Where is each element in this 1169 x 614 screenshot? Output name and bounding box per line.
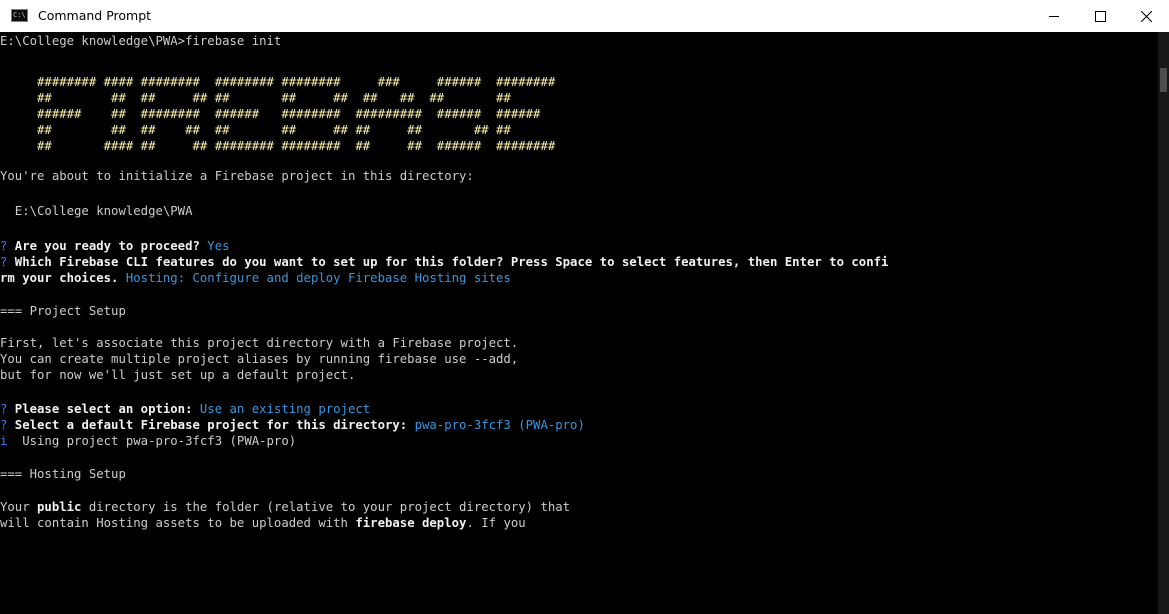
question-option: ? Please select an option: Use an existi… xyxy=(0,401,1158,417)
public-dir-text: Your public directory is the folder (rel… xyxy=(0,499,1158,515)
text-segment: . If you xyxy=(466,516,526,530)
firebase-banner-line: ## ## ## ## ## ## ## ## ## ## ## xyxy=(0,91,511,105)
scrollbar-thumb[interactable] xyxy=(1160,68,1167,92)
firebase-banner-line: ## #### ## ## ######## ######## ## ## ##… xyxy=(0,139,556,153)
associate-text: but for now we'll just set up a default … xyxy=(0,368,356,382)
question-ready: ? Are you ready to proceed? Yes xyxy=(0,238,1158,254)
info-text: Using project pwa-pro-3fcf3 (PWA-pro) xyxy=(7,434,297,448)
answer-text: pwa-pro-3fcf3 (PWA-pro) xyxy=(407,418,585,432)
text-segment-bold: firebase deploy xyxy=(355,516,467,530)
title-bar: C:\ Command Prompt xyxy=(0,0,1169,32)
question-features-cont: rm your choices. Hosting: Configure and … xyxy=(0,270,1158,286)
minimize-button[interactable] xyxy=(1031,0,1077,32)
public-dir-text: will contain Hosting assets to be upload… xyxy=(0,515,1158,531)
command-prompt-icon: C:\ xyxy=(11,9,28,22)
question-text: rm your choices. xyxy=(0,271,119,285)
associate-text: You can create multiple project aliases … xyxy=(0,352,519,366)
firebase-banner-line: ######## #### ######## ######## ########… xyxy=(0,75,556,89)
prompt-line: E:\College knowledge\PWA>firebase init xyxy=(0,34,282,48)
question-text: Are you ready to proceed? xyxy=(7,239,200,253)
question-features: ? Which Firebase CLI features do you wan… xyxy=(0,254,1158,270)
firebase-banner-line: ###### ## ######## ###### ######## #####… xyxy=(0,107,541,121)
question-project: ? Select a default Firebase project for … xyxy=(0,417,1158,433)
text-segment-bold: public xyxy=(37,500,82,514)
question-text: Select a default Firebase project for th… xyxy=(7,418,408,432)
vertical-scrollbar[interactable] xyxy=(1158,32,1169,614)
question-text: Which Firebase CLI features do you want … xyxy=(7,255,889,269)
hosting-setup-heading: === Hosting Setup xyxy=(0,467,126,481)
directory-path: E:\College knowledge\PWA xyxy=(0,204,193,218)
console-output[interactable]: E:\College knowledge\PWA>firebase init #… xyxy=(0,32,1158,614)
question-text: Please select an option: xyxy=(7,402,193,416)
window-title: Command Prompt xyxy=(38,8,152,23)
project-setup-heading: === Project Setup xyxy=(0,304,126,318)
minimize-icon xyxy=(1049,16,1059,17)
close-button[interactable] xyxy=(1123,0,1169,32)
intro-text: You're about to initialize a Firebase pr… xyxy=(0,169,474,183)
answer-text: Yes xyxy=(199,239,230,253)
text-segment: will contain Hosting assets to be upload… xyxy=(0,516,356,530)
associate-text: First, let's associate this project dire… xyxy=(0,336,519,350)
maximize-button[interactable] xyxy=(1077,0,1123,32)
answer-text: Use an existing project xyxy=(192,402,371,416)
text-segment: directory is the folder (relative to you… xyxy=(81,500,571,514)
close-icon xyxy=(1141,11,1152,22)
info-line: i Using project pwa-pro-3fcf3 (PWA-pro) xyxy=(0,433,1158,449)
firebase-banner-line: ## ## ## ## ## ## ## ## ## ## ## xyxy=(0,123,511,137)
maximize-icon xyxy=(1095,11,1106,22)
text-segment: Your xyxy=(0,500,38,514)
answer-text: Hosting: Configure and deploy Firebase H… xyxy=(118,271,511,285)
